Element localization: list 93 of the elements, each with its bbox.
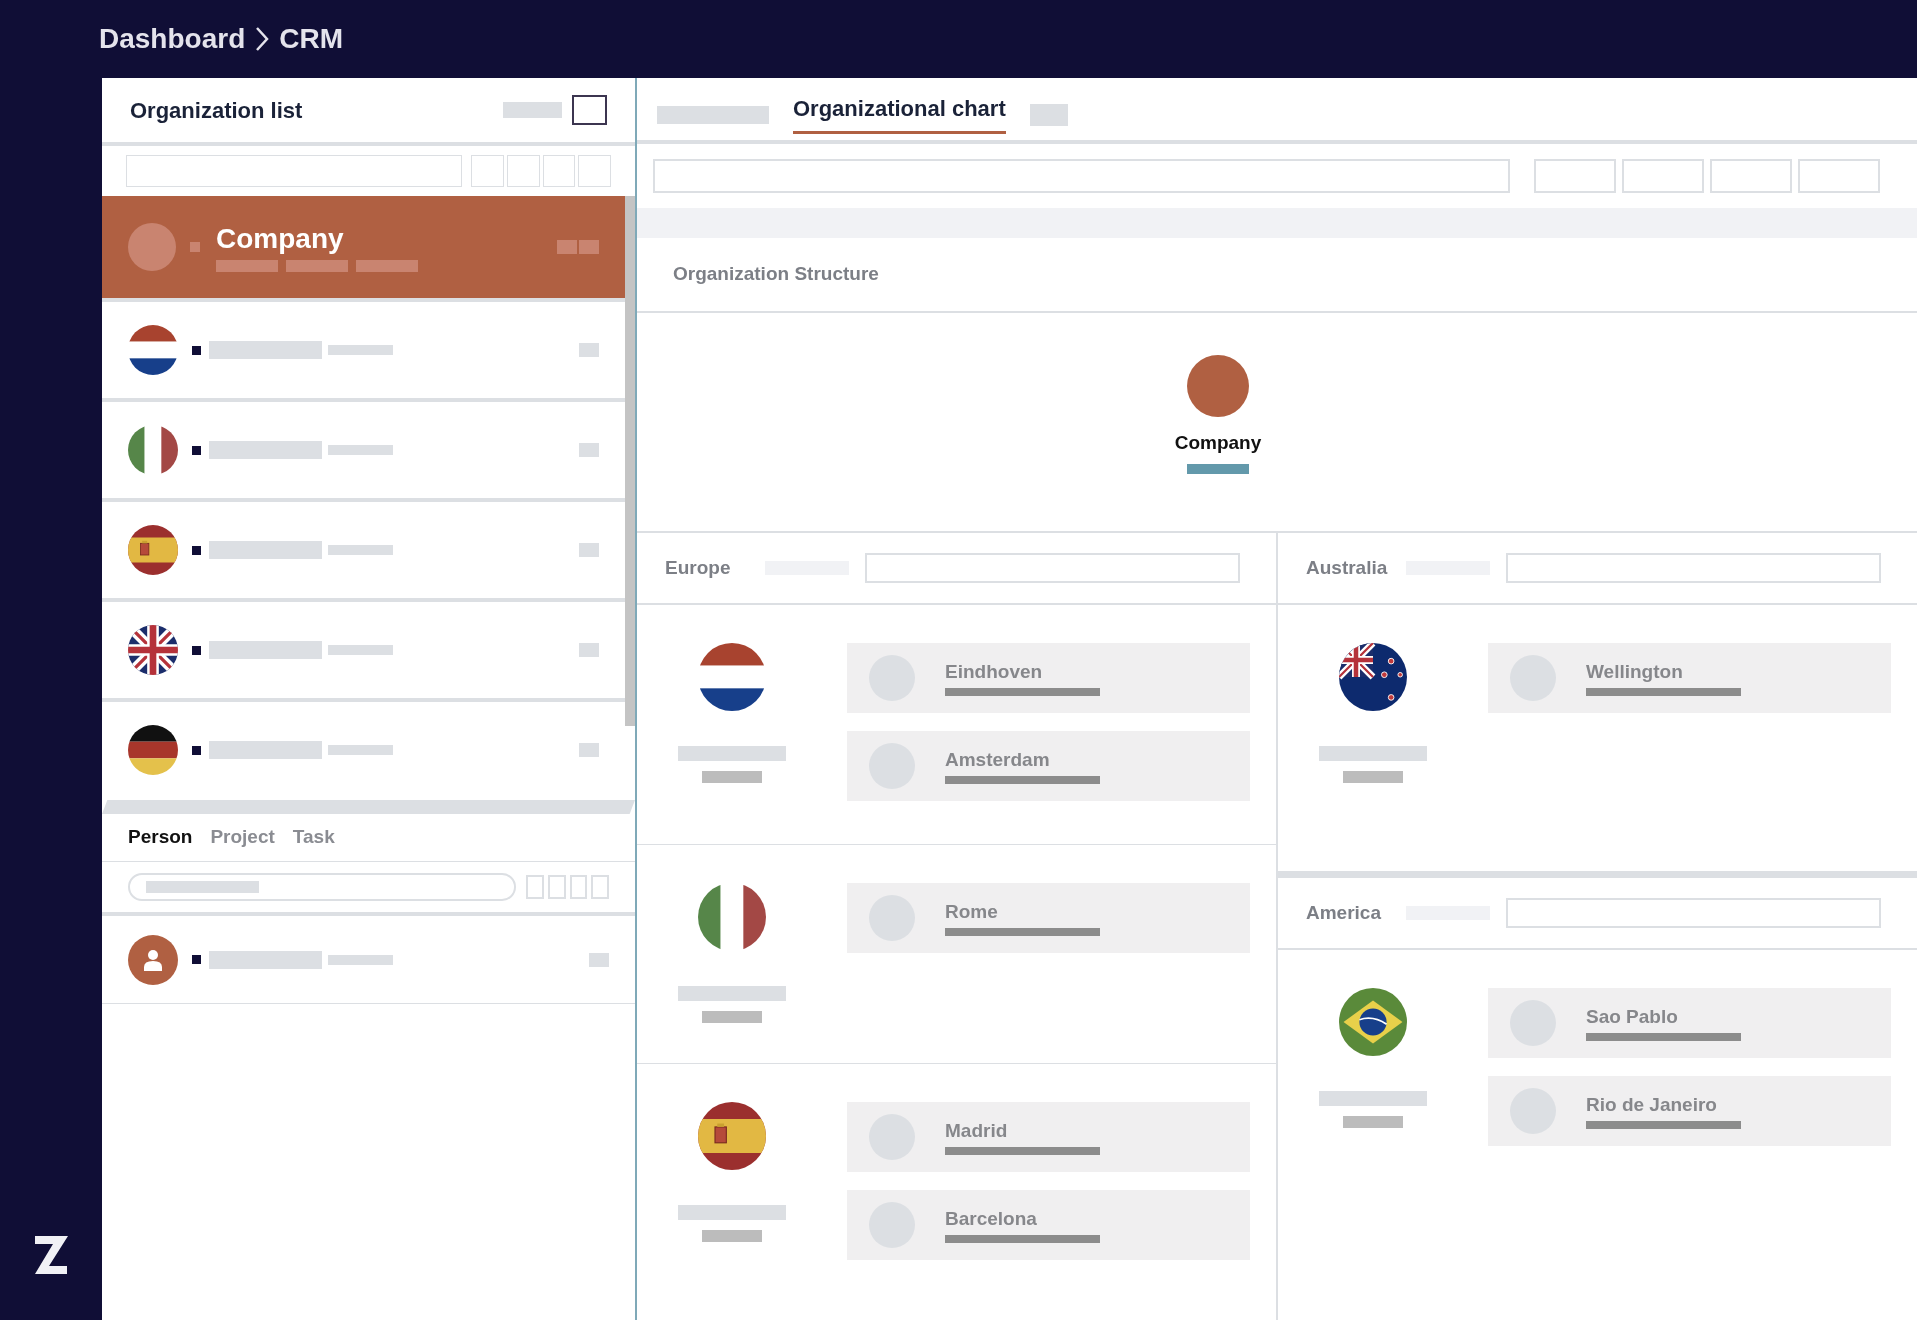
company-node-bar xyxy=(1187,463,1249,474)
placeholder-bar xyxy=(503,102,562,118)
placeholder-bar xyxy=(328,645,393,655)
toolbar-button[interactable] xyxy=(526,875,544,899)
italy-flag-icon xyxy=(128,425,178,475)
section-title: Organization Structure xyxy=(673,262,879,287)
region-filter-field[interactable] xyxy=(1506,553,1881,583)
chevron-right-icon xyxy=(255,26,270,52)
placeholder-bar xyxy=(557,240,577,254)
toolbar-button[interactable] xyxy=(1710,159,1792,193)
city-card[interactable]: Rome xyxy=(847,883,1250,953)
placeholder-bar xyxy=(286,260,348,272)
placeholder-bar xyxy=(702,1230,762,1242)
city-name: Wellington xyxy=(1586,660,1684,684)
status-square xyxy=(192,745,201,755)
placeholder-bar xyxy=(589,952,609,967)
company-node-label: Company xyxy=(1174,431,1262,455)
tab[interactable]: Task xyxy=(292,823,335,852)
placeholder-bar xyxy=(356,260,418,272)
placeholder-bar xyxy=(328,745,393,755)
city-name: Eindhoven xyxy=(945,660,1044,684)
region-filter-field[interactable] xyxy=(865,553,1240,583)
placeholder-bar xyxy=(1029,104,1068,126)
toolbar-button[interactable] xyxy=(1622,159,1704,193)
tab[interactable]: Person xyxy=(128,823,193,852)
breadcrumb-link[interactable]: CRM xyxy=(279,18,343,60)
italy-flag-icon xyxy=(698,883,766,951)
organization-name: Company xyxy=(216,222,345,256)
status-square xyxy=(192,345,201,355)
placeholder-bar xyxy=(702,1011,762,1023)
placeholder-bar xyxy=(579,543,599,557)
placeholder-bar xyxy=(328,545,393,555)
city-card[interactable]: Madrid xyxy=(847,1102,1250,1172)
region-title: Europe xyxy=(665,555,732,580)
toolbar-button[interactable] xyxy=(471,155,504,187)
germany-flag-icon xyxy=(128,725,178,775)
toolbar-button[interactable] xyxy=(547,875,566,899)
city-name: Madrid xyxy=(945,1119,1009,1143)
search-field[interactable] xyxy=(126,155,463,187)
city-name: Barcelona xyxy=(945,1207,1038,1231)
breadcrumb-link[interactable]: Dashboard xyxy=(99,18,246,60)
city-card[interactable]: Eindhoven xyxy=(847,643,1250,713)
company-avatar xyxy=(128,223,176,271)
placeholder-bar xyxy=(328,954,393,965)
city-name: Sao Pablo xyxy=(1586,1005,1679,1029)
city-card[interactable]: Rio de Janeiro xyxy=(1488,1076,1891,1146)
panel-title: Organization list xyxy=(130,96,303,125)
city-card[interactable]: Sao Pablo xyxy=(1488,988,1891,1058)
placeholder-bar xyxy=(328,445,393,455)
city-card[interactable]: Barcelona xyxy=(847,1190,1250,1260)
search-field[interactable] xyxy=(128,873,517,901)
region-filter-field[interactable] xyxy=(1506,898,1881,928)
toolbar-button[interactable] xyxy=(1798,159,1880,193)
city-name: Amsterdam xyxy=(945,748,1051,772)
union-jack-flag-icon xyxy=(128,625,178,675)
city-card[interactable]: Wellington xyxy=(1488,643,1891,713)
toolbar-button[interactable] xyxy=(542,155,576,187)
city-card[interactable]: Amsterdam xyxy=(847,731,1250,801)
placeholder-bar xyxy=(1343,1116,1403,1128)
status-square xyxy=(192,955,201,964)
placeholder-bar xyxy=(579,443,599,457)
netherlands-flag-icon xyxy=(128,325,178,375)
search-field[interactable] xyxy=(653,159,1510,193)
placeholder-bar xyxy=(579,643,599,657)
region-title: Australia xyxy=(1306,555,1389,580)
status-square xyxy=(192,445,201,455)
scrollbar[interactable] xyxy=(625,196,635,726)
logo-icon xyxy=(33,1236,69,1274)
placeholder-bar xyxy=(328,345,393,355)
status-square xyxy=(190,242,200,252)
toolbar-button[interactable] xyxy=(591,875,610,899)
organization-row[interactable]: Company xyxy=(102,196,625,298)
netherlands-flag-icon xyxy=(698,643,766,711)
placeholder-bar xyxy=(579,743,599,757)
toolbar-button[interactable] xyxy=(1534,159,1616,193)
placeholder-bar xyxy=(579,343,599,357)
spain-flag-icon xyxy=(128,525,178,575)
placeholder-bar xyxy=(579,240,599,254)
tab[interactable]: Project xyxy=(210,823,275,852)
square-button[interactable] xyxy=(572,95,607,125)
region-title: America xyxy=(1306,900,1382,925)
toolbar-button[interactable] xyxy=(569,875,588,899)
placeholder-bar xyxy=(702,771,762,783)
city-name: Rio de Janeiro xyxy=(1586,1093,1718,1117)
person-icon xyxy=(143,948,163,971)
status-square xyxy=(192,545,201,555)
placeholder-bar xyxy=(216,260,278,272)
status-square xyxy=(192,645,201,655)
toolbar-button[interactable] xyxy=(507,155,540,187)
toolbar-button[interactable] xyxy=(578,155,612,187)
tab[interactable]: Organizational chart xyxy=(793,92,1006,134)
city-name: Rome xyxy=(945,900,999,924)
placeholder-bar xyxy=(1343,771,1403,783)
